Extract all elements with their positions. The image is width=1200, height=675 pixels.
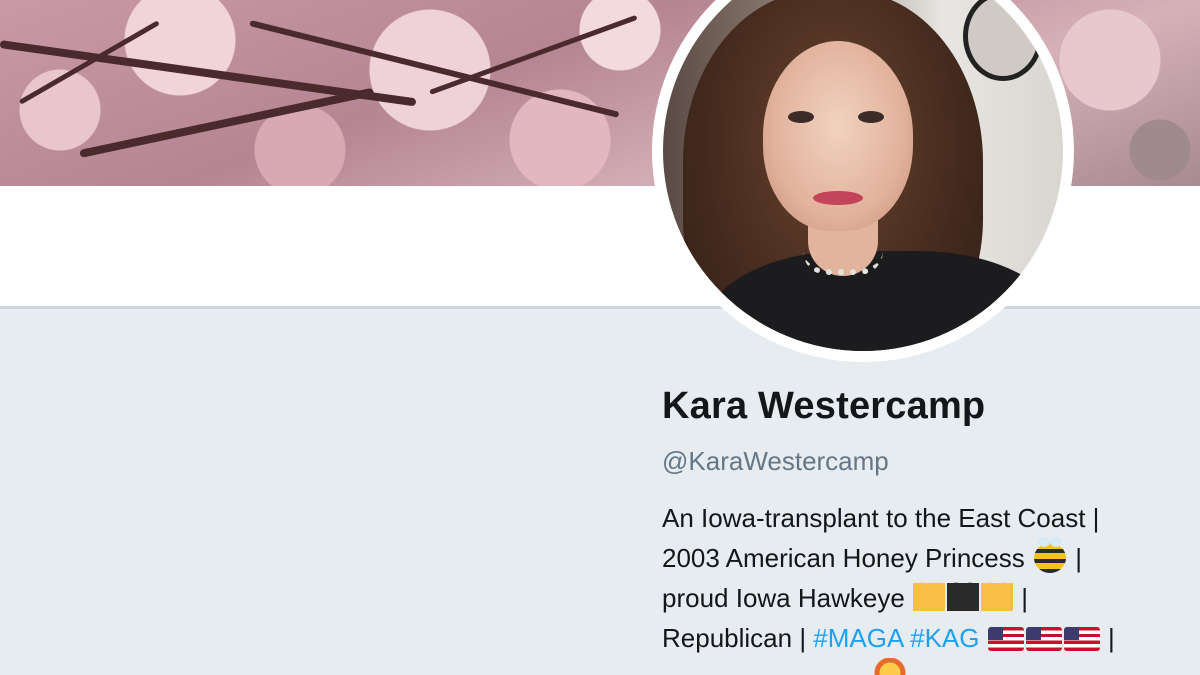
mirror-decoration (963, 0, 1043, 81)
black-heart-icon (947, 583, 980, 611)
branch-decoration (79, 87, 375, 158)
bio-text: | (1067, 543, 1082, 573)
pearl-necklace (803, 251, 883, 275)
bio-text: | (1014, 583, 1029, 613)
bio-line: proud Iowa Hawkeye | (662, 578, 1162, 618)
bio-text: | (1100, 623, 1115, 653)
yellow-heart-icon (913, 583, 946, 611)
profile-avatar[interactable] (652, 0, 1074, 362)
branch-decoration (429, 14, 638, 95)
lips (813, 191, 863, 205)
right-eye (858, 111, 884, 123)
bio-text: Republican | (662, 623, 814, 653)
bio-line: Republican | #MAGA #KAG | (662, 618, 1162, 658)
bio-text: An Iowa-transplant to the East Coast | (662, 503, 1100, 533)
avatar-photo (663, 0, 1063, 351)
profile-handle[interactable]: @KaraWestercamp (662, 444, 1182, 478)
us-flag-icon (987, 627, 1024, 651)
bio-text: proud Iowa Hawkeye (662, 583, 913, 613)
profile-name[interactable]: Kara Westercamp (662, 380, 1182, 432)
yellow-heart-icon (981, 583, 1014, 611)
emoji-icon (872, 658, 908, 675)
bio-line: An Iowa-transplant to the East Coast | (662, 498, 1162, 538)
profile-card: Kara Westercamp @KaraWestercamp An Iowa-… (662, 380, 1182, 675)
hashtag-link-kag[interactable]: #KAG (910, 623, 979, 653)
bio-line-cutoff (662, 658, 1162, 675)
honeybee-icon (1033, 537, 1066, 573)
bio-line: 2003 American Honey Princess | (662, 537, 1162, 578)
left-eye (788, 111, 814, 123)
bio-text: 2003 American Honey Princess (662, 543, 1025, 573)
us-flag-icon (1063, 627, 1100, 651)
profile-bio: An Iowa-transplant to the East Coast | 2… (662, 498, 1162, 675)
us-flag-icon (1025, 627, 1062, 651)
hashtag-link-maga[interactable]: #MAGA (813, 623, 903, 653)
